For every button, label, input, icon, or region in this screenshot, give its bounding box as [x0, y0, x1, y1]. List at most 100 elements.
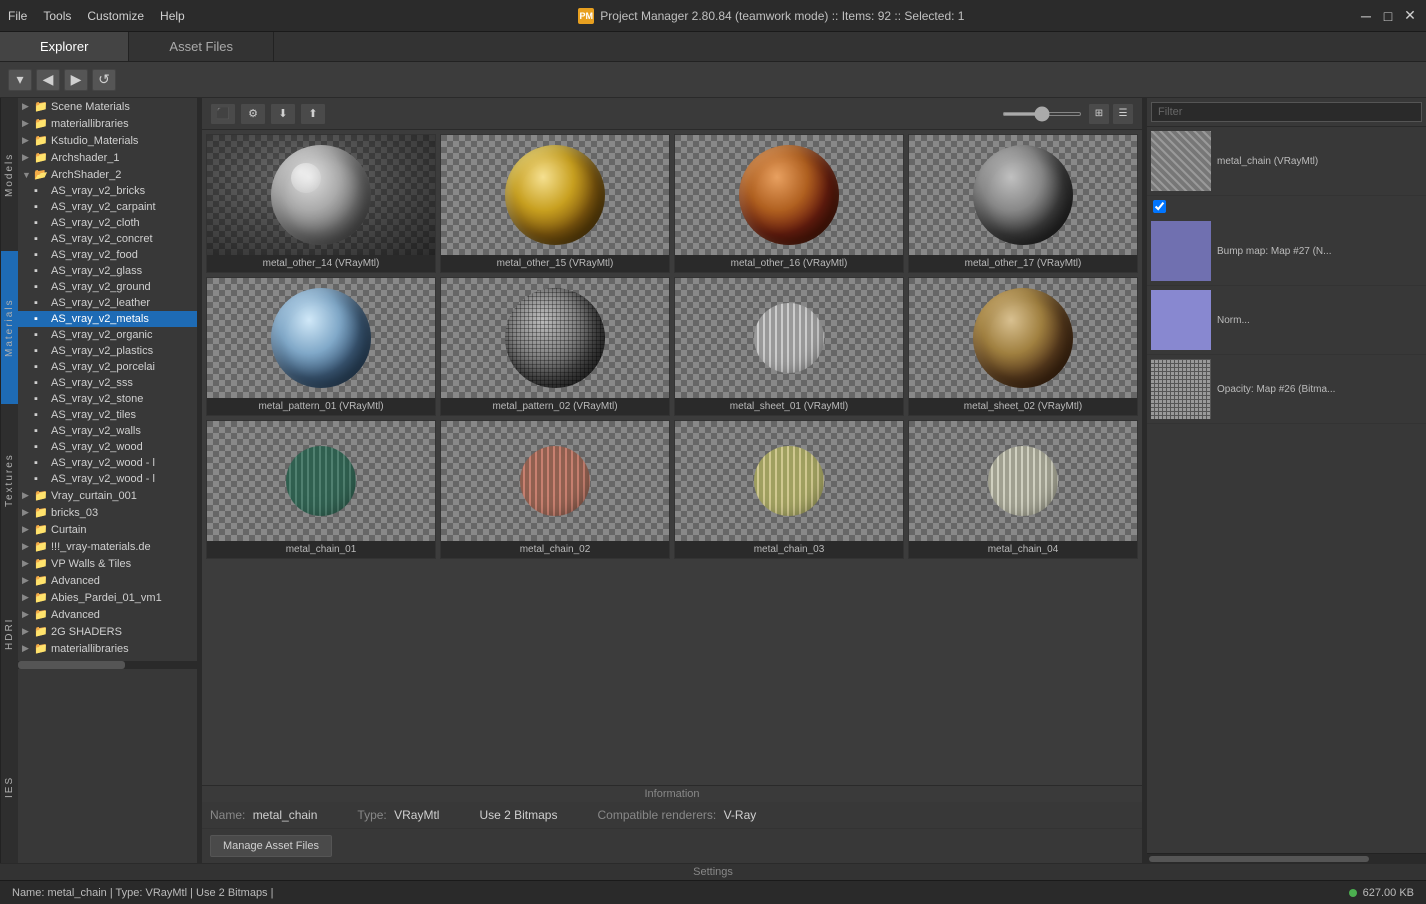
- sidebar-item-ground[interactable]: ▪AS_vray_v2_ground: [18, 279, 197, 295]
- dropdown-button[interactable]: ▾: [8, 69, 32, 91]
- sidebar-item-abies[interactable]: ▶📁Abies_Pardei_01_vm1: [18, 589, 197, 606]
- sidebar-item-cloth[interactable]: ▪AS_vray_v2_cloth: [18, 215, 197, 231]
- side-label-ies[interactable]: IES: [0, 710, 18, 863]
- asset-thumb-2: [1151, 290, 1211, 350]
- window-controls[interactable]: ─ □ ✕: [1358, 8, 1418, 24]
- sidebar-item-advanced1[interactable]: ▶📁Advanced: [18, 572, 197, 589]
- sidebar-item-advanced2[interactable]: ▶📁Advanced: [18, 606, 197, 623]
- sidebar-item-vray-mat[interactable]: ▶📁!!!_vray-materials.de: [18, 538, 197, 555]
- mat-thumb-10: [675, 421, 903, 541]
- title-bar: File Tools Customize Help PM Project Man…: [0, 0, 1426, 32]
- sidebar-item-bricks[interactable]: ▪AS_vray_v2_bricks: [18, 183, 197, 199]
- mat-thumb-3: [909, 135, 1137, 255]
- list-view-btn[interactable]: ☰: [1112, 103, 1134, 125]
- mat-name-6: metal_sheet_01 (VRayMtl): [675, 398, 903, 415]
- mat-cell-5[interactable]: metal_pattern_02 (VRayMtl): [440, 277, 670, 416]
- grid-view-btn[interactable]: ⊞: [1088, 103, 1110, 125]
- asset-item-2[interactable]: Norm...: [1147, 286, 1426, 355]
- menu-customize[interactable]: Customize: [87, 9, 144, 23]
- menu-tools[interactable]: Tools: [43, 9, 71, 23]
- sidebar-item-glass[interactable]: ▪AS_vray_v2_glass: [18, 263, 197, 279]
- forward-button[interactable]: ▶: [64, 69, 88, 91]
- mat-cell-0[interactable]: metal_other_14 (VRayMtl): [206, 134, 436, 273]
- maximize-button[interactable]: □: [1380, 8, 1396, 24]
- mat-cell-2[interactable]: metal_other_16 (VRayMtl): [674, 134, 904, 273]
- mat-cell-7[interactable]: metal_sheet_02 (VRayMtl): [908, 277, 1138, 416]
- sidebar-item-metals[interactable]: ▪AS_vray_v2_metals: [18, 311, 197, 327]
- tool-btn-1[interactable]: ⬛: [210, 103, 236, 125]
- tool-btn-4[interactable]: ⬆: [300, 103, 326, 125]
- status-bar: Name: metal_chain | Type: VRayMtl | Use …: [0, 880, 1426, 904]
- sidebar-item-matlib2[interactable]: ▶📁materiallibraries: [18, 640, 197, 657]
- mat-cell-9[interactable]: metal_chain_02: [440, 420, 670, 559]
- sidebar-item-curtain[interactable]: ▶📁Curtain: [18, 521, 197, 538]
- info-type-label: Type:: [357, 808, 386, 822]
- menu-file[interactable]: File: [8, 9, 27, 23]
- side-label-textures[interactable]: Textures: [0, 404, 18, 557]
- mat-name-10: metal_chain_03: [675, 541, 903, 558]
- mat-cell-10[interactable]: metal_chain_03: [674, 420, 904, 559]
- manage-asset-files-button[interactable]: Manage Asset Files: [210, 835, 332, 857]
- sidebar-item-tiles[interactable]: ▪AS_vray_v2_tiles: [18, 407, 197, 423]
- sidebar-item-kstudio[interactable]: ▶📁Kstudio_Materials: [18, 132, 197, 149]
- sidebar-item-food[interactable]: ▪AS_vray_v2_food: [18, 247, 197, 263]
- mat-cell-11[interactable]: metal_chain_04: [908, 420, 1138, 559]
- sidebar-item-porcelai[interactable]: ▪AS_vray_v2_porcelai: [18, 359, 197, 375]
- mat-name-3: metal_other_17 (VRayMtl): [909, 255, 1137, 272]
- asset-checkbox[interactable]: [1153, 200, 1166, 213]
- mat-cell-1[interactable]: metal_other_15 (VRayMtl): [440, 134, 670, 273]
- sidebar-item-materiallibraries[interactable]: ▶📁materiallibraries: [18, 115, 197, 132]
- mat-cell-3[interactable]: metal_other_17 (VRayMtl): [908, 134, 1138, 273]
- sidebar-item-2gshaders[interactable]: ▶📁2G SHADERS: [18, 623, 197, 640]
- mat-cell-4[interactable]: metal_pattern_01 (VRayMtl): [206, 277, 436, 416]
- sidebar-item-leather[interactable]: ▪AS_vray_v2_leather: [18, 295, 197, 311]
- side-label-materials[interactable]: Materials: [0, 251, 18, 404]
- info-name-label: Name:: [210, 808, 245, 822]
- mat-name-5: metal_pattern_02 (VRayMtl): [441, 398, 669, 415]
- asset-item-1[interactable]: Bump map: Map #27 (N...: [1147, 217, 1426, 286]
- asset-item-3[interactable]: Opacity: Map #26 (Bitma...: [1147, 355, 1426, 424]
- size-slider[interactable]: [1002, 112, 1082, 116]
- tool-btn-3[interactable]: ⬇: [270, 103, 296, 125]
- sidebar-item-archshader2[interactable]: ▼📂ArchShader_2: [18, 166, 197, 183]
- close-button[interactable]: ✕: [1402, 8, 1418, 24]
- sidebar-item-scene-materials[interactable]: ▶📁Scene Materials: [18, 98, 197, 115]
- refresh-button[interactable]: ↺: [92, 69, 116, 91]
- mat-name-9: metal_chain_02: [441, 541, 669, 558]
- view-toggle: ⊞ ☰: [1088, 103, 1134, 125]
- menu-help[interactable]: Help: [160, 9, 185, 23]
- asset-item-0[interactable]: metal_chain (VRayMtl): [1147, 127, 1426, 196]
- back-button[interactable]: ◀: [36, 69, 60, 91]
- tool-btn-2[interactable]: ⚙: [240, 103, 266, 125]
- sidebar-item-concret[interactable]: ▪AS_vray_v2_concret: [18, 231, 197, 247]
- material-grid: metal_other_14 (VRayMtl) metal_other_15 …: [202, 130, 1142, 785]
- sidebar-item-wood-l1[interactable]: ▪AS_vray_v2_wood - l: [18, 455, 197, 471]
- mat-name-7: metal_sheet_02 (VRayMtl): [909, 398, 1137, 415]
- info-compatible-row: Compatible renderers: V-Ray: [597, 808, 756, 822]
- mat-name-4: metal_pattern_01 (VRayMtl): [207, 398, 435, 415]
- sidebar-item-sss[interactable]: ▪AS_vray_v2_sss: [18, 375, 197, 391]
- sidebar-item-wood[interactable]: ▪AS_vray_v2_wood: [18, 439, 197, 455]
- sidebar-item-vray-curtain[interactable]: ▶📁Vray_curtain_001: [18, 487, 197, 504]
- mat-cell-6[interactable]: metal_sheet_01 (VRayMtl): [674, 277, 904, 416]
- sidebar-item-organic[interactable]: ▪AS_vray_v2_organic: [18, 327, 197, 343]
- mat-cell-8[interactable]: metal_chain_01: [206, 420, 436, 559]
- menu-bar[interactable]: File Tools Customize Help: [8, 9, 185, 23]
- sidebar-item-carpaint[interactable]: ▪AS_vray_v2_carpaint: [18, 199, 197, 215]
- sidebar-item-bricks03[interactable]: ▶📁bricks_03: [18, 504, 197, 521]
- grid-toolbar: ⬛ ⚙ ⬇ ⬆ ⊞ ☰: [202, 98, 1142, 130]
- mat-name-8: metal_chain_01: [207, 541, 435, 558]
- right-panel-hscroll[interactable]: [1147, 853, 1426, 863]
- minimize-button[interactable]: ─: [1358, 8, 1374, 24]
- sidebar-item-archshader1[interactable]: ▶📁Archshader_1: [18, 149, 197, 166]
- sidebar-item-stone[interactable]: ▪AS_vray_v2_stone: [18, 391, 197, 407]
- sidebar-item-walls[interactable]: ▪AS_vray_v2_walls: [18, 423, 197, 439]
- tab-explorer[interactable]: Explorer: [0, 32, 129, 61]
- filter-input[interactable]: [1151, 102, 1422, 122]
- sidebar-item-wood-l2[interactable]: ▪AS_vray_v2_wood - l: [18, 471, 197, 487]
- side-label-hdri[interactable]: HDRI: [0, 557, 18, 710]
- sidebar-item-vp-walls[interactable]: ▶📁VP Walls & Tiles: [18, 555, 197, 572]
- sidebar-item-plastics[interactable]: ▪AS_vray_v2_plastics: [18, 343, 197, 359]
- tab-asset-files[interactable]: Asset Files: [129, 32, 274, 61]
- side-label-models[interactable]: Models: [0, 98, 18, 251]
